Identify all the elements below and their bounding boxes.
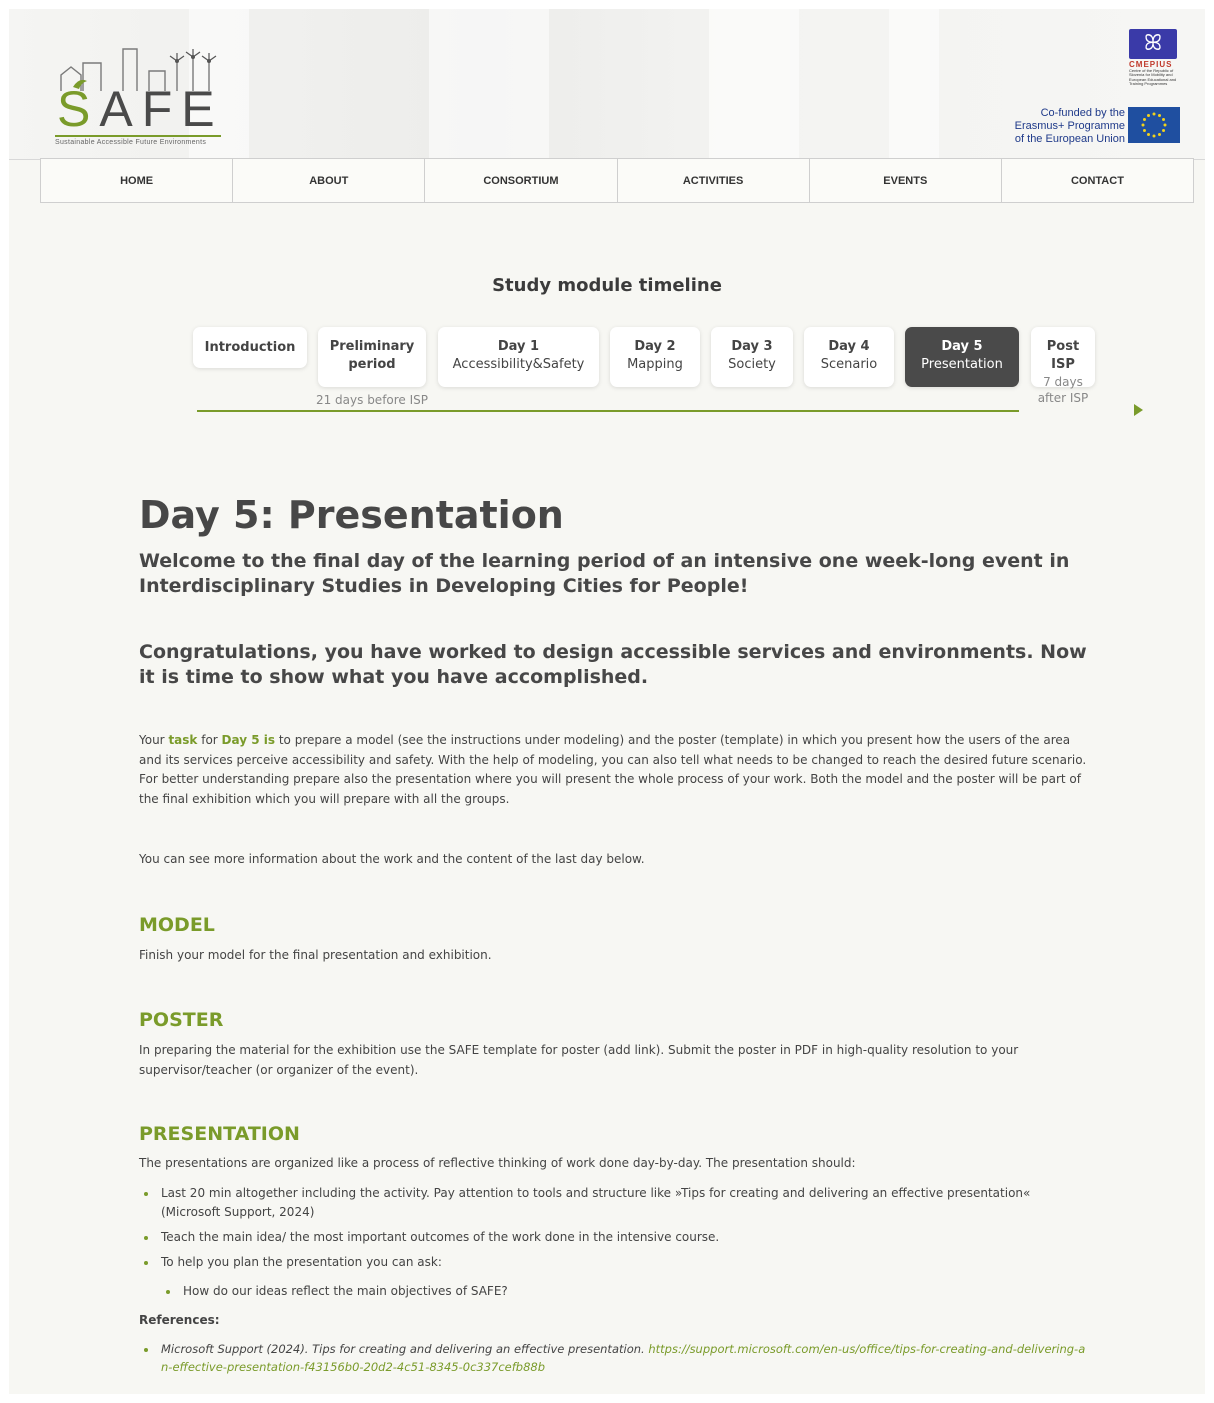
- more-info-text: You can see more information about the w…: [139, 852, 645, 866]
- eu-star-icon: [1147, 133, 1150, 137]
- list-item: Last 20 min altogether including the act…: [139, 1184, 1089, 1222]
- timeline-card-sublabel: Scenario: [820, 357, 878, 372]
- congrats-heading: Congratulations, you have worked to desi…: [139, 641, 1087, 688]
- list-item: To help you plan the presentation you ca…: [139, 1253, 1089, 1272]
- timeline-card-introduction[interactable]: Introduction: [193, 327, 307, 368]
- main-navigation: HOME ABOUT CONSORTIUM ACTIVITIES EVENTS …: [40, 158, 1194, 203]
- page-title: Day 5: Presentation: [139, 493, 564, 537]
- eu-star-icon: [1162, 118, 1166, 121]
- erasmus-cofunded-text: Co-funded by the Erasmus+ Programme of t…: [999, 107, 1125, 146]
- logo-tagline: Sustainable Accessible Future Environmen…: [55, 139, 207, 146]
- timeline-card-label: Day 1: [497, 339, 540, 354]
- eu-star-icon: [1163, 123, 1167, 127]
- post-isp-note: 7 days after ISP: [1023, 374, 1103, 406]
- poster-heading: POSTER: [139, 1009, 224, 1031]
- timeline-card-label: Introduction: [204, 340, 296, 355]
- task-paragraph: Your task for Day 5 is to prepare a mode…: [139, 733, 1087, 806]
- erasmus-line: of the European Union: [1014, 133, 1125, 145]
- model-text: Finish your model for the final presenta…: [139, 947, 492, 962]
- timeline-card-sublabel: Presentation: [921, 357, 1003, 372]
- references-list: Microsoft Support (2024). Tips for creat…: [139, 1340, 1089, 1376]
- cmepius-description: Centre of the Republic of Slovenia for M…: [1129, 68, 1177, 86]
- timeline-card-day5[interactable]: Day 5 Presentation: [905, 327, 1019, 387]
- nav-activities[interactable]: ACTIVITIES: [618, 159, 810, 202]
- nav-contact[interactable]: CONTACT: [1002, 159, 1193, 202]
- eu-star-icon: [1142, 129, 1146, 132]
- timeline-card-day3[interactable]: Day 3 Society: [711, 327, 793, 387]
- erasmus-line: Co-funded by the: [1040, 107, 1125, 119]
- timeline-card-label: Post: [1046, 339, 1080, 354]
- timeline-card-day4[interactable]: Day 4 Scenario: [804, 327, 894, 387]
- nav-home[interactable]: HOME: [41, 159, 234, 202]
- presentation-heading: PRESENTATION: [139, 1123, 300, 1145]
- main-content: Day 5: Presentation Welcome to the final…: [139, 493, 1089, 1376]
- eu-star-icon: [1141, 123, 1145, 127]
- eu-star-icon: [1158, 113, 1161, 117]
- eu-star-icon: [1147, 113, 1150, 117]
- timeline-card-day1[interactable]: Day 1 Accessibility&Safety: [438, 327, 599, 387]
- eu-star-icon: [1162, 129, 1166, 132]
- poster-text: In preparing the material for the exhibi…: [139, 1043, 1019, 1077]
- nav-events[interactable]: EVENTS: [810, 159, 1002, 202]
- timeline-card-label: Day 5: [941, 339, 983, 354]
- references-heading: References:: [139, 1312, 220, 1327]
- eu-star-icon: [1158, 133, 1161, 137]
- post-isp-note-line: after ISP: [1037, 391, 1089, 405]
- cmepius-emblem-icon: ꕤ: [1129, 29, 1177, 59]
- welcome-heading: Welcome to the final day of the learning…: [139, 550, 1070, 597]
- nav-consortium[interactable]: CONSORTIUM: [425, 159, 618, 202]
- day5-highlight: Day 5 is: [221, 733, 276, 747]
- eu-star-icon: [1152, 134, 1156, 138]
- logo-underline: [55, 135, 221, 137]
- timeline-title: Study module timeline: [492, 275, 722, 296]
- logo-wordmark: SAFE: [57, 81, 224, 137]
- list-item: Teach the main idea/ the most important …: [139, 1228, 1089, 1247]
- list-item: How do our ideas reflect the main object…: [161, 1282, 1089, 1301]
- timeline-card-label: Day 2: [634, 339, 676, 354]
- presentation-sublist: How do our ideas reflect the main object…: [139, 1282, 1089, 1301]
- timeline-card-preliminary[interactable]: Preliminary period: [318, 327, 426, 387]
- timeline-card-sublabel: ISP: [1051, 357, 1075, 372]
- eu-flag-icon: [1128, 107, 1180, 143]
- timeline-card-label: Day 4: [828, 339, 870, 354]
- timeline-card-label: Day 3: [731, 339, 773, 354]
- presentation-list: Last 20 min altogether including the act…: [139, 1184, 1089, 1272]
- timeline-card-sublabel: period: [348, 357, 396, 372]
- reference-item: Microsoft Support (2024). Tips for creat…: [139, 1340, 1089, 1376]
- timeline-line: [197, 410, 1019, 412]
- timeline-card-sublabel: Mapping: [627, 357, 683, 372]
- preliminary-note: 21 days before ISP: [315, 393, 429, 407]
- cmepius-logo[interactable]: ꕤ CMEPIUS Centre of the Republic of Slov…: [1129, 29, 1179, 97]
- presentation-intro: The presentations are organized like a p…: [139, 1156, 856, 1170]
- eu-star-icon: [1152, 112, 1156, 116]
- timeline-next-arrow-icon[interactable]: [1134, 404, 1143, 416]
- eu-star-icon: [1142, 118, 1146, 121]
- safe-logo[interactable]: SAFE Sustainable Accessible Future Envir…: [53, 47, 223, 147]
- task-highlight: task: [168, 733, 198, 747]
- model-heading: MODEL: [139, 913, 215, 936]
- post-isp-note-line: 7 days: [1043, 375, 1083, 389]
- timeline-card-day2[interactable]: Day 2 Mapping: [610, 327, 700, 387]
- timeline-card-sublabel: Society: [728, 357, 776, 372]
- erasmus-line: Erasmus+ Programme: [1014, 120, 1125, 132]
- nav-about[interactable]: ABOUT: [233, 159, 426, 202]
- timeline-card-label: Preliminary: [329, 339, 415, 354]
- timeline-card-sublabel: Accessibility&Safety: [452, 357, 585, 372]
